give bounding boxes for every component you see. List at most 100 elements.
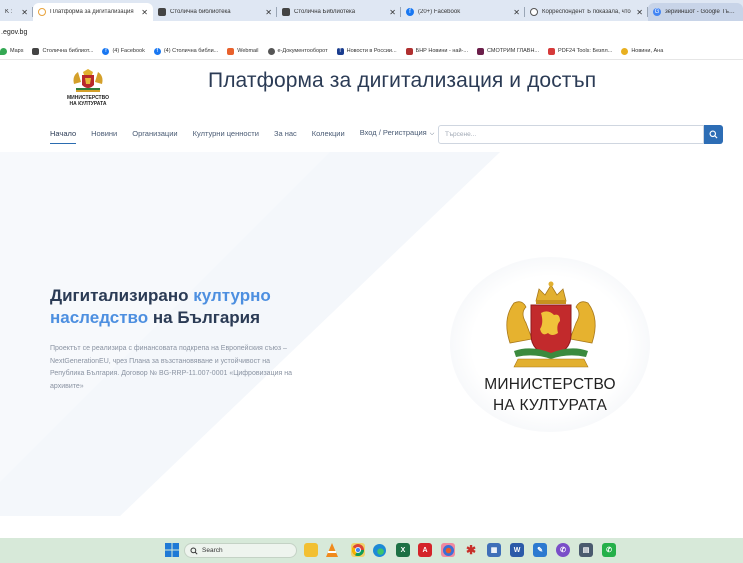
bookmark-item[interactable]: f (4) Столична библи... bbox=[153, 47, 218, 55]
bookmark-item[interactable]: f (4) Facebook bbox=[102, 47, 145, 55]
bookmark-item[interactable]: СМОТРИМ ГЛАВН... bbox=[476, 47, 539, 55]
vlc-icon[interactable] bbox=[325, 543, 339, 557]
word-icon[interactable]: W bbox=[510, 543, 524, 557]
site-logo[interactable]: МИНИСТЕРСТВО НА КУЛТУРАТА bbox=[65, 68, 111, 107]
coat-of-arms-icon bbox=[73, 69, 103, 92]
star-icon bbox=[621, 47, 629, 55]
bookmark-item[interactable]: Webmail bbox=[227, 47, 259, 55]
nav-item-cultural-values[interactable]: Културни ценности bbox=[193, 129, 259, 142]
bookmark-item[interactable]: Maps bbox=[0, 47, 24, 55]
chevron-down-icon: ⌵ bbox=[429, 131, 435, 137]
tab-label: Столична библиотека bbox=[170, 9, 231, 15]
logo-text: МИНИСТЕРСТВО НА КУЛТУРАТА bbox=[67, 95, 109, 107]
tab-label: Столична Библиотека bbox=[294, 9, 356, 15]
bookmark-item[interactable]: Новини, Ана bbox=[621, 47, 664, 55]
search-icon bbox=[190, 546, 198, 555]
hero-section: Дигитализирано културно наследство на Бъ… bbox=[0, 152, 743, 516]
page-title: Платформа за дигитализация и достъп bbox=[208, 69, 597, 92]
calendar-icon[interactable]: ▦ bbox=[487, 543, 501, 557]
ministry-name-line: НА КУЛТУРАТА bbox=[493, 397, 607, 414]
hero-heading-text: Дигитализирано bbox=[50, 286, 194, 305]
coat-of-arms-icon bbox=[506, 281, 596, 368]
close-icon[interactable]: ✕ bbox=[389, 8, 396, 17]
close-icon[interactable]: ✕ bbox=[21, 8, 28, 17]
bookmark-label: Maps bbox=[10, 48, 24, 54]
site-search bbox=[438, 125, 723, 144]
bookmark-item[interactable]: Столична библиот... bbox=[32, 47, 93, 55]
close-icon[interactable]: ✕ bbox=[265, 8, 272, 17]
browser-tab[interactable]: Столична Библиотека ✕ bbox=[277, 3, 401, 21]
bookmark-item[interactable]: PDF24 Tools: Безпл... bbox=[548, 47, 613, 55]
browser-tab-active[interactable]: Платформа за дигитализация ✕ bbox=[33, 3, 153, 21]
nav-item-login[interactable]: Вход / Регистрация ⌵ bbox=[360, 128, 435, 142]
browser-tab[interactable]: Столична библиотека ✕ bbox=[153, 3, 277, 21]
page-footer-space bbox=[0, 516, 743, 538]
close-icon[interactable]: ✕ bbox=[141, 8, 148, 17]
news-icon: T bbox=[336, 47, 344, 55]
main-nav: Начало Новини Организации Културни ценно… bbox=[50, 128, 449, 144]
hero-heading: Дигитализирано културно наследство на Бъ… bbox=[50, 285, 340, 329]
nav-item-organizations[interactable]: Организации bbox=[132, 129, 177, 142]
close-icon[interactable]: ✕ bbox=[636, 8, 643, 17]
whatsapp-icon[interactable]: ✆ bbox=[602, 543, 616, 557]
windows-start-icon[interactable] bbox=[165, 543, 179, 557]
paint-icon[interactable]: ✎ bbox=[533, 543, 547, 557]
file-explorer-icon[interactable] bbox=[304, 543, 318, 557]
bookmark-item[interactable]: T Новости в России... bbox=[336, 47, 397, 55]
search-button[interactable] bbox=[704, 125, 723, 144]
nav-item-about[interactable]: За нас bbox=[274, 129, 297, 142]
browser-tab[interactable]: G зерийншот - Google Търсене bbox=[648, 3, 743, 21]
browser-tab-strip: K : ✕ Платформа за дигитализация ✕ Столи… bbox=[0, 0, 743, 21]
globe-icon bbox=[530, 8, 538, 16]
taskbar: Search X A ✱ ▦ W ✎ ✆ ▤ ✆ bbox=[0, 538, 743, 563]
nav-item-collections[interactable]: Колекции bbox=[312, 129, 345, 142]
browser-icon[interactable] bbox=[441, 543, 455, 557]
library-icon bbox=[32, 47, 40, 55]
webmail-icon bbox=[227, 47, 235, 55]
pdf24-icon bbox=[548, 47, 556, 55]
nav-item-home[interactable]: Начало bbox=[50, 129, 77, 144]
bookmark-label: Новости в России... bbox=[346, 48, 397, 54]
puzzle-icon[interactable]: ✱ bbox=[464, 543, 478, 557]
bookmark-label: PDF24 Tools: Безпл... bbox=[558, 48, 613, 54]
excel-icon[interactable]: X bbox=[396, 543, 410, 557]
globe-icon bbox=[267, 47, 275, 55]
bookmark-label: Webmail bbox=[237, 48, 259, 54]
close-icon[interactable]: ✕ bbox=[513, 8, 520, 17]
acrobat-icon[interactable]: A bbox=[418, 543, 432, 557]
browser-tab[interactable]: Корреспондент Ъ показала, что ✕ bbox=[525, 3, 648, 21]
bookmarks-bar: Maps Столична библиот... f (4) Facebook f… bbox=[0, 43, 743, 60]
ministry-name: МИНИСТЕРСТВО НА КУЛТУРАТА bbox=[450, 374, 650, 416]
bookmark-item[interactable]: е-Документооборот bbox=[267, 47, 328, 55]
loading-icon bbox=[38, 8, 46, 16]
logo-text-line: НА КУЛТУРАТА bbox=[69, 101, 107, 107]
search-input[interactable] bbox=[438, 125, 704, 144]
bnr-icon bbox=[405, 47, 413, 55]
nav-item-news[interactable]: Новини bbox=[91, 129, 117, 142]
address-bar[interactable]: .egov.bg bbox=[0, 21, 743, 43]
calculator-icon[interactable]: ▤ bbox=[579, 543, 593, 557]
browser-tab[interactable]: f (20+) Facebook ✕ bbox=[401, 3, 525, 21]
tab-label: K : bbox=[5, 9, 13, 15]
bookmark-label: БНР Новини - най-... bbox=[415, 48, 468, 54]
facebook-icon: f bbox=[102, 47, 110, 55]
hero-heading-text: на България bbox=[148, 308, 261, 327]
browser-tab[interactable]: K : ✕ bbox=[0, 3, 33, 21]
viber-icon[interactable]: ✆ bbox=[556, 543, 570, 557]
taskbar-search[interactable]: Search bbox=[184, 543, 297, 558]
taskbar-search-label: Search bbox=[202, 547, 223, 554]
bookmark-item[interactable]: БНР Новини - най-... bbox=[405, 47, 468, 55]
address-url[interactable]: .egov.bg bbox=[1, 29, 27, 36]
nav-login-label: Вход / Регистрация bbox=[359, 128, 427, 137]
facebook-icon: f bbox=[153, 47, 161, 55]
hero-description: Проектът се реализира с финансовата подк… bbox=[50, 345, 292, 390]
maps-icon bbox=[0, 47, 7, 55]
tab-label: зерийншот - Google Търсене bbox=[665, 9, 738, 15]
bookmark-label: е-Документооборот bbox=[277, 48, 328, 54]
smotrim-icon bbox=[476, 47, 484, 55]
search-icon bbox=[709, 130, 718, 139]
tab-label: Корреспондент Ъ показала, что bbox=[542, 9, 631, 15]
chrome-icon[interactable] bbox=[351, 543, 365, 557]
edge-icon[interactable] bbox=[372, 543, 386, 557]
bookmark-label: Новини, Ана bbox=[631, 48, 664, 54]
